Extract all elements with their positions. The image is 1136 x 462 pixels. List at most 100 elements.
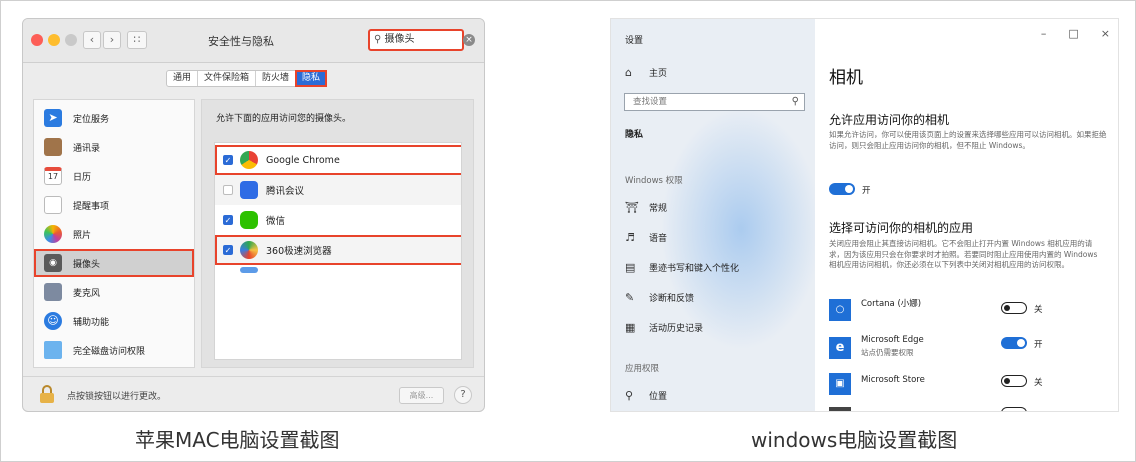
home-icon: ⌂ [625, 66, 632, 79]
list-item[interactable]: ✓ 360极速浏览器 [215, 235, 461, 265]
app-name: Cortana (小娜) [861, 299, 922, 309]
toggle-state-label: 关 [1034, 378, 1043, 388]
nav-inking-typing[interactable]: ▤ 墨迹书写和键入个性化 [625, 261, 739, 274]
mac-caption: 苹果MAC电脑设置截图 [135, 428, 340, 452]
tab-firewall[interactable]: 防火墙 [256, 71, 297, 86]
app-name: Microsoft Edge [861, 335, 924, 345]
list-item[interactable]: ✓ 微信 [215, 205, 461, 235]
sidebar-item-reminders[interactable]: 提醒事项 [34, 191, 194, 219]
mac-titlebar: ‹ › ∷ 安全性与隐私 ⚲ 摄像头 × [23, 19, 484, 63]
sidebar-item-photos[interactable]: 照片 [34, 220, 194, 248]
advanced-button[interactable]: 高级... [399, 387, 444, 404]
sidebar-item-camera[interactable]: ◉ 摄像头 [34, 249, 194, 277]
nav-general[interactable]: ⛩ 常规 [625, 201, 667, 214]
help-button[interactable]: ? [454, 386, 472, 404]
tab-general[interactable]: 通用 [167, 71, 199, 86]
edge-icon: e [829, 337, 851, 359]
app-name: 腾讯会议 [266, 186, 305, 197]
choose-heading: 选择可访问你的相机的应用 [829, 221, 974, 235]
allow-description: 如果允许访问，你可以使用该页面上的设置来选择哪些应用可以访问相机。如果拒绝访问，… [829, 130, 1107, 150]
group-windows-permissions: Windows 权限 [625, 176, 683, 186]
history-icon: ▦ [625, 321, 636, 334]
nav-label: 活动历史记录 [649, 324, 704, 334]
windows-settings-window: 设置 ⌂ 主页 查找设置 ⚲ 隐私 Windows 权限 ⛩ 常规 ♬ 语音 ▤… [610, 18, 1119, 412]
toggle-state-label: 关 [1034, 305, 1043, 315]
camera-icon: ◉ [44, 254, 62, 272]
partial-toggle [1001, 407, 1027, 411]
forward-button[interactable]: › [103, 31, 121, 49]
list-item[interactable]: 腾讯会议 [215, 175, 461, 205]
toggle-state-label: 开 [862, 186, 871, 196]
sidebar-item-calendar[interactable]: 17 日历 [34, 162, 194, 190]
list-item[interactable]: ✓ Google Chrome [215, 145, 461, 175]
close-light-icon[interactable] [31, 34, 43, 46]
clear-search-icon[interactable]: × [463, 34, 475, 46]
group-app-permissions: 应用权限 [625, 364, 660, 374]
nav-label: 语音 [649, 234, 668, 244]
maximize-icon[interactable]: □ [1068, 27, 1078, 40]
minimize-icon[interactable]: – [1041, 27, 1047, 40]
edge-toggle[interactable] [1001, 337, 1027, 349]
checkbox-checked[interactable]: ✓ [223, 245, 233, 255]
sidebar-item-accessibility[interactable]: ☺ 辅助功能 [34, 307, 194, 335]
zoom-light-icon[interactable] [65, 34, 77, 46]
mac-preferences-window: ‹ › ∷ 安全性与隐私 ⚲ 摄像头 × 通用 文件保险箱 防火墙 隐私 ➤ 定… [22, 18, 485, 412]
app-name: 微信 [266, 216, 286, 227]
camera-access-toggle[interactable] [829, 183, 855, 195]
checkbox-unchecked[interactable] [223, 185, 233, 195]
lock-icon: ⛩ [625, 201, 639, 214]
sidebar-item-full-disk-access[interactable]: 完全磁盘访问权限 [34, 336, 194, 364]
camera-app-list: ✓ Google Chrome 腾讯会议 ✓ 微信 ✓ 360极速浏览器 [214, 142, 462, 360]
settings-search-input[interactable]: 查找设置 ⚲ [624, 93, 805, 111]
nav-home[interactable]: ⌂ 主页 [625, 66, 667, 79]
app-subtitle: 站点仍需要权限 [861, 348, 914, 357]
chrome-icon [240, 151, 258, 169]
location-arrow-icon: ➤ [44, 109, 62, 127]
sidebar-item-microphone[interactable]: 麦克风 [34, 278, 194, 306]
back-button[interactable]: ‹ [83, 31, 101, 49]
location-icon: ⚲ [625, 389, 634, 402]
search-input[interactable]: ⚲ 摄像头 [368, 29, 464, 51]
sidebar-item-label: 麦克风 [73, 288, 101, 299]
lock-icon[interactable] [39, 385, 55, 403]
checkbox-checked[interactable]: ✓ [223, 215, 233, 225]
nav-diagnostics[interactable]: ✎ 诊断和反馈 [625, 291, 694, 304]
minimize-light-icon[interactable] [48, 34, 60, 46]
tab-filevault[interactable]: 文件保险箱 [198, 71, 257, 86]
nav-label: 常规 [649, 204, 668, 214]
app-title: 设置 [625, 36, 644, 46]
search-placeholder: 查找设置 [633, 97, 668, 107]
nav-speech[interactable]: ♬ 语音 [625, 231, 667, 244]
panel-heading: 允许下面的应用访问您的摄像头。 [216, 114, 352, 124]
lock-hint-text: 点按锁按钮以进行更改。 [67, 392, 167, 402]
clipboard-icon: ▤ [625, 261, 636, 274]
windows-caption: windows电脑设置截图 [751, 428, 958, 452]
nav-label: 位置 [649, 392, 668, 402]
checkbox-checked[interactable]: ✓ [223, 155, 233, 165]
tencent-meeting-icon [240, 181, 258, 199]
sidebar-item-label: 日历 [73, 172, 92, 183]
nav-label: 诊断和反馈 [649, 294, 695, 304]
privacy-sidebar: ➤ 定位服务 通讯录 17 日历 提醒事项 照片 ◉ 摄像头 麦克风 ☺ 辅助功… [33, 99, 195, 368]
nav-location[interactable]: ⚲ 位置 [625, 389, 667, 402]
nav-label: 墨迹书写和键入个性化 [649, 264, 740, 274]
app-name: 360极速浏览器 [266, 246, 332, 257]
reminders-list-icon [44, 196, 62, 214]
close-icon[interactable]: × [1101, 27, 1110, 40]
cortana-toggle[interactable] [1001, 302, 1027, 314]
window-traffic-lights [31, 34, 77, 46]
sidebar-item-location[interactable]: ➤ 定位服务 [34, 104, 194, 132]
allow-heading: 允许应用访问你的相机 [829, 113, 950, 127]
show-all-grid-icon[interactable]: ∷ [127, 31, 147, 49]
partial-app-icon [240, 267, 258, 273]
tab-privacy[interactable]: 隐私 [295, 70, 328, 87]
page-title: 相机 [829, 68, 863, 88]
nav-activity-history[interactable]: ▦ 活动历史记录 [625, 321, 703, 334]
window-title: 安全性与隐私 [208, 35, 274, 48]
app-name: Microsoft Store [861, 375, 925, 385]
nav-label: 主页 [649, 69, 668, 79]
sidebar-item-contacts[interactable]: 通讯录 [34, 133, 194, 161]
store-toggle[interactable] [1001, 375, 1027, 387]
settings-sidebar: 设置 ⌂ 主页 查找设置 ⚲ 隐私 Windows 权限 ⛩ 常规 ♬ 语音 ▤… [611, 19, 815, 411]
sidebar-item-label: 提醒事项 [73, 201, 110, 212]
